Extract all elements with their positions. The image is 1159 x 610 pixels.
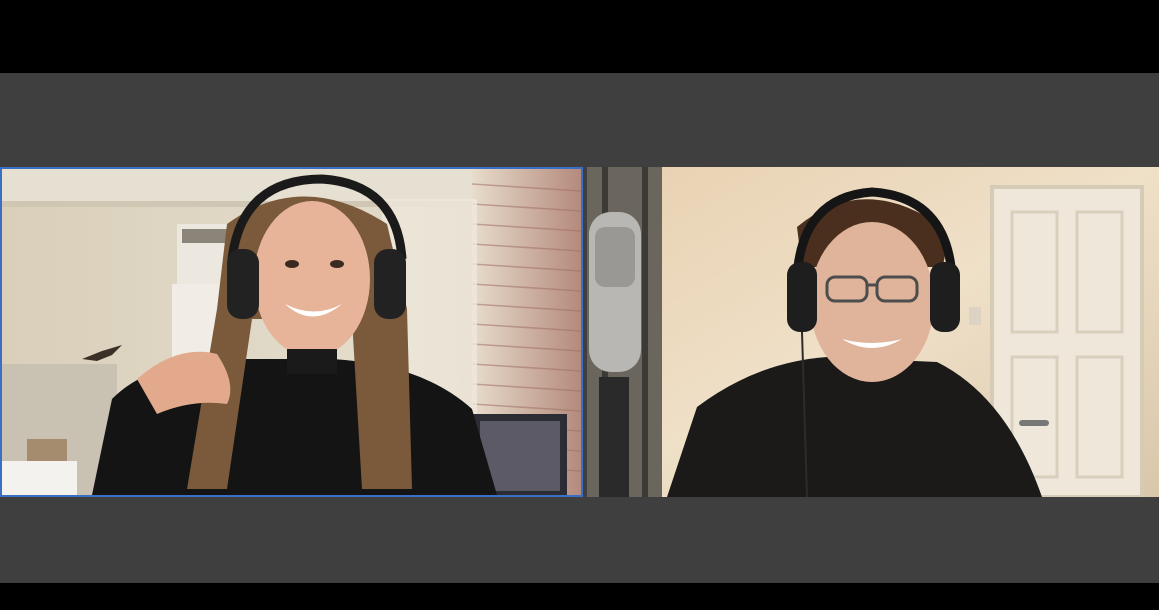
- participant-video-1[interactable]: [0, 167, 583, 497]
- video-call-window: [0, 0, 1159, 610]
- participant-video-2[interactable]: [587, 167, 1159, 497]
- gallery-view: [0, 73, 1159, 583]
- participant-video-1-frame: [2, 169, 581, 495]
- participant-video-2-frame: [587, 167, 1159, 497]
- bottom-letterbox-bar: [0, 583, 1159, 610]
- top-letterbox-bar: [0, 0, 1159, 73]
